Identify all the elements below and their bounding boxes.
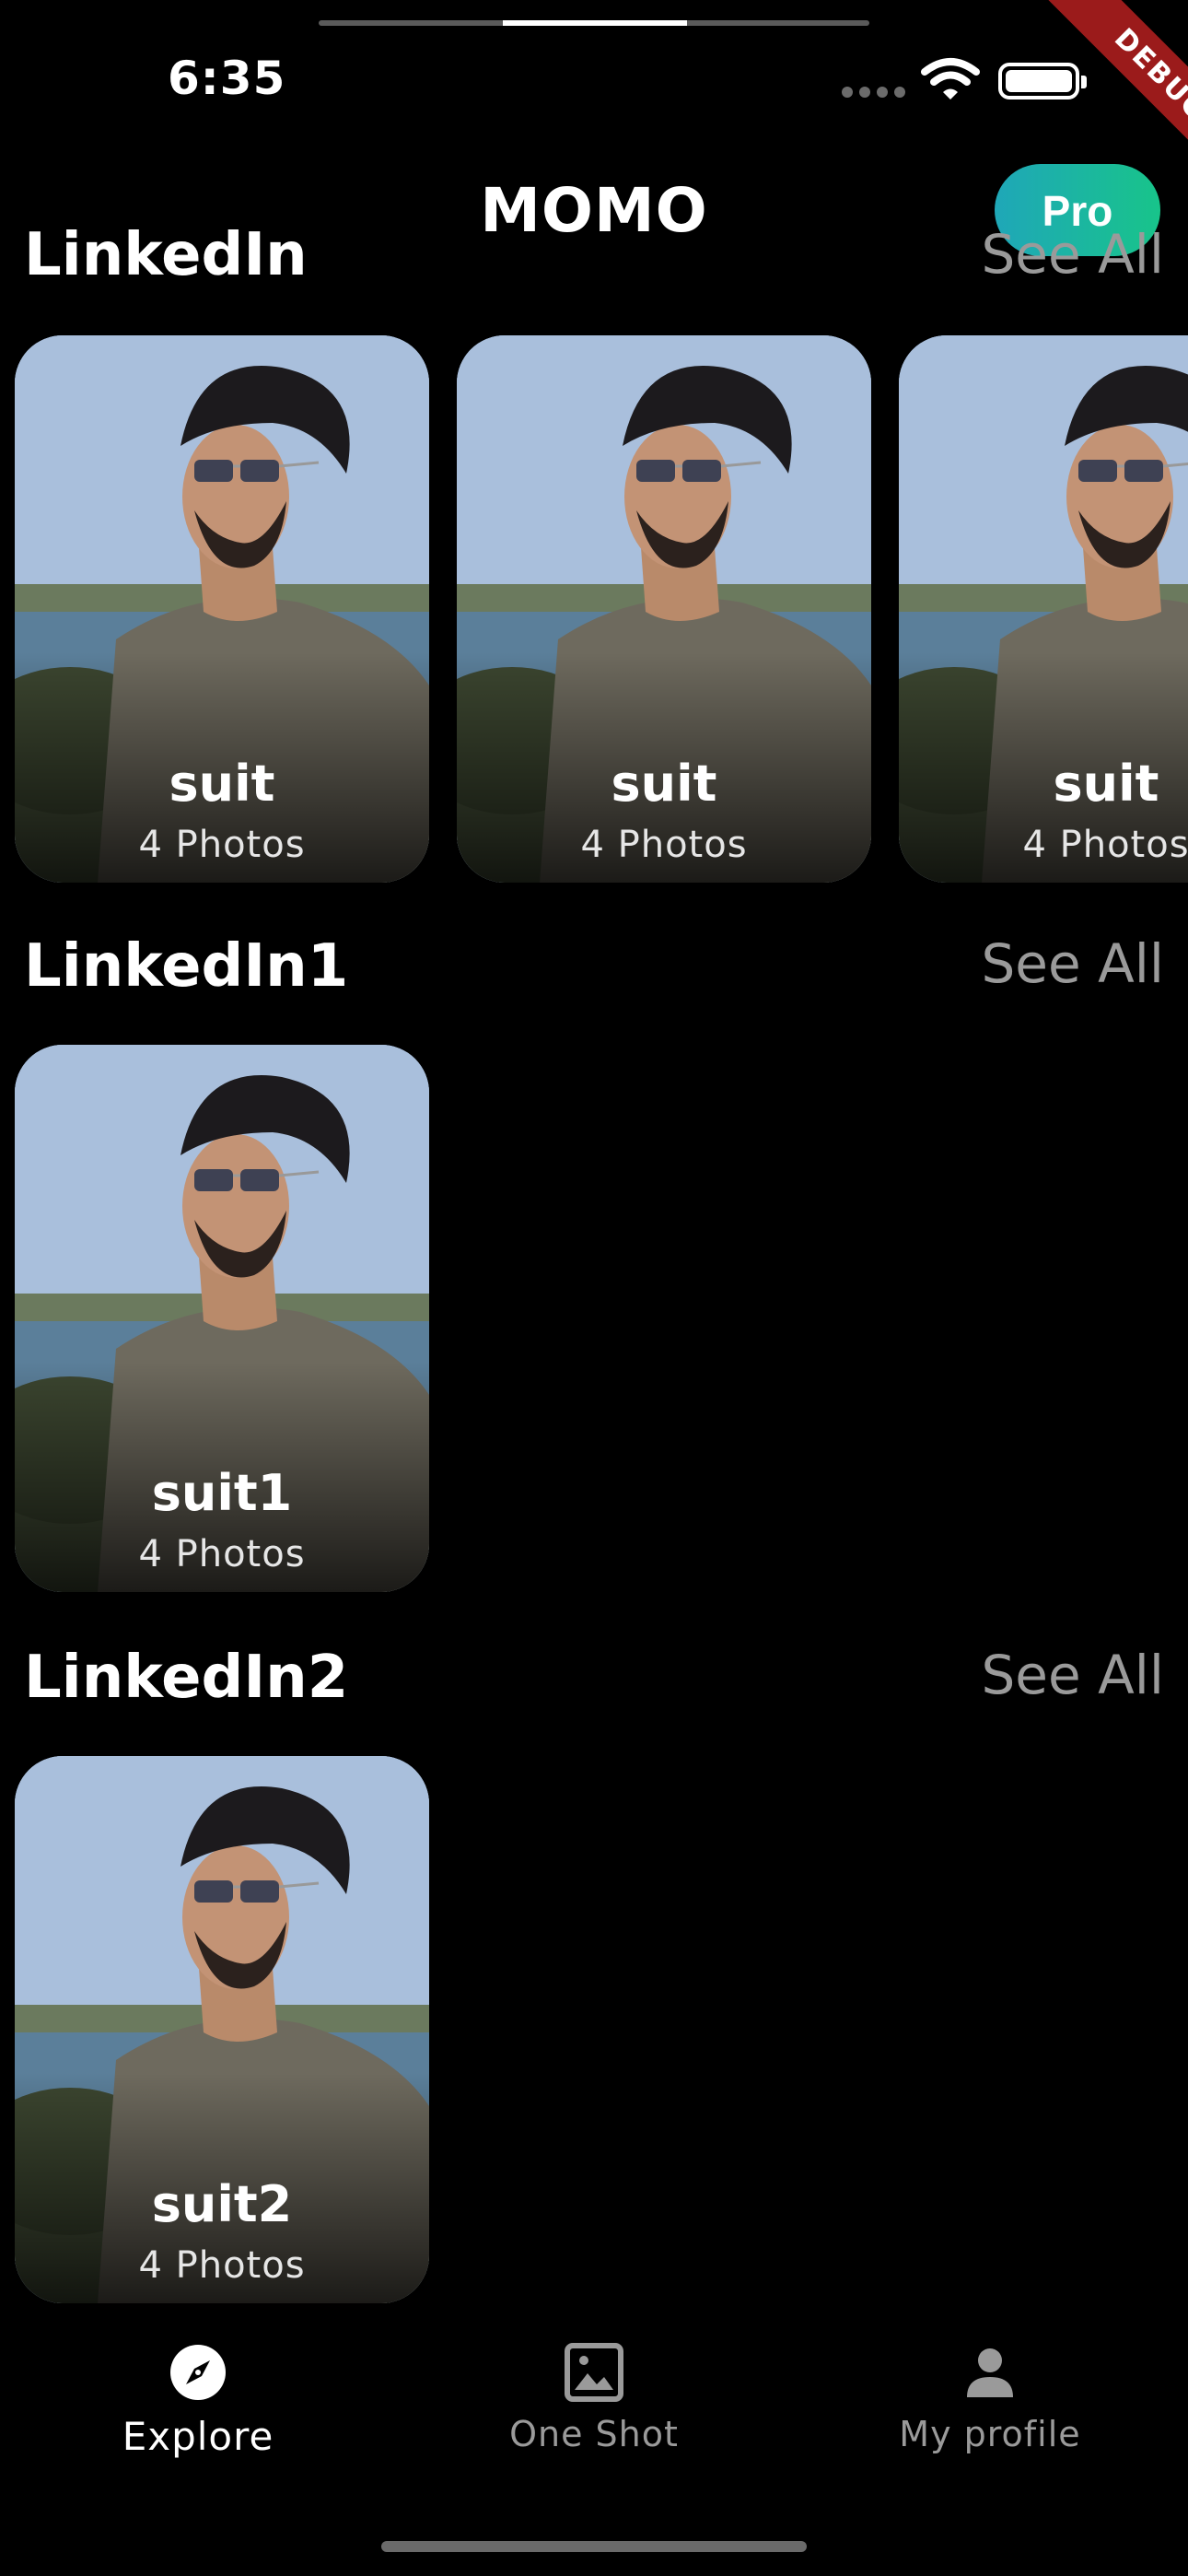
section-title: LinkedIn bbox=[24, 221, 308, 289]
see-all-button[interactable]: See All bbox=[981, 1644, 1164, 1706]
nav-one-shot[interactable]: One Shot bbox=[396, 2342, 792, 2454]
battery-icon bbox=[998, 63, 1087, 100]
section-title: LinkedIn2 bbox=[24, 1644, 349, 1712]
see-all-button[interactable]: See All bbox=[981, 932, 1164, 995]
album-count: 4 Photos bbox=[138, 2244, 306, 2287]
nav-label: My profile bbox=[899, 2414, 1081, 2454]
compass-icon bbox=[170, 2345, 226, 2400]
home-indicator bbox=[381, 2541, 807, 2552]
album-card[interactable]: suit2 4 Photos bbox=[15, 1756, 429, 2303]
album-card[interactable]: suit 4 Photos bbox=[15, 335, 429, 883]
album-title: suit1 bbox=[151, 1464, 293, 1522]
album-card[interactable]: suit 4 Photos bbox=[899, 335, 1188, 883]
nav-explore[interactable]: Explore bbox=[0, 2342, 396, 2459]
image-icon bbox=[565, 2343, 623, 2402]
album-title: suit bbox=[169, 755, 275, 813]
album-card[interactable]: suit 4 Photos bbox=[457, 335, 871, 883]
album-count: 4 Photos bbox=[1022, 824, 1188, 866]
album-title: suit bbox=[611, 755, 717, 813]
see-all-button[interactable]: See All bbox=[981, 223, 1164, 286]
nav-my-profile[interactable]: My profile bbox=[792, 2342, 1188, 2454]
nav-label: Explore bbox=[122, 2414, 274, 2459]
album-count: 4 Photos bbox=[580, 824, 748, 866]
status-time: 6:35 bbox=[168, 52, 286, 105]
section-title: LinkedIn1 bbox=[24, 932, 349, 1001]
person-icon bbox=[967, 2348, 1013, 2397]
album-card[interactable]: suit1 4 Photos bbox=[15, 1045, 429, 1592]
wifi-icon bbox=[921, 58, 980, 100]
nav-label: One Shot bbox=[509, 2414, 679, 2454]
album-count: 4 Photos bbox=[138, 1533, 306, 1575]
album-title: suit bbox=[1053, 755, 1159, 813]
album-count: 4 Photos bbox=[138, 824, 306, 866]
top-indicator bbox=[319, 20, 869, 26]
album-title: suit2 bbox=[151, 2175, 293, 2233]
cellular-signal-icon bbox=[842, 87, 905, 98]
